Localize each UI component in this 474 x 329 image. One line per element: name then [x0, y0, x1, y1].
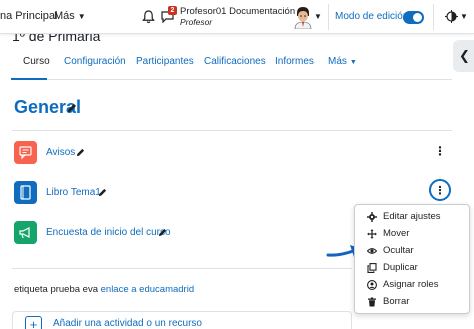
chevron-down-icon[interactable]: ▼ [460, 12, 468, 21]
navbar-divider [328, 4, 329, 30]
menu-item-label: Asignar roles [383, 279, 439, 290]
user-role: Profesor [180, 17, 213, 27]
move-arrows-icon [367, 229, 377, 239]
course-index-drawer-button[interactable]: ❮ [453, 40, 474, 72]
forum-glyph [19, 146, 32, 160]
label-activity-text: etiqueta prueba eva [14, 284, 98, 295]
label-activity: etiqueta prueba eva enlace a educamadrid [14, 284, 194, 295]
menu-item-move[interactable]: Mover [355, 226, 469, 243]
nav-more-menu[interactable]: Más ▼ [54, 10, 86, 22]
pencil-icon[interactable] [76, 148, 85, 157]
activity-divider [12, 268, 352, 269]
menu-item-label: Mover [383, 228, 410, 239]
nav-more-label: Más [54, 10, 75, 22]
chevron-left-icon: ❮ [459, 48, 470, 63]
activity-link[interactable]: Encuesta de inicio del curso [46, 227, 171, 238]
add-activity-button[interactable]: + Añadir una actividad o un recurso [12, 311, 352, 329]
user-icon [367, 280, 377, 290]
toggle-knob [413, 13, 422, 22]
menu-item-duplicate[interactable]: Duplicar [355, 260, 469, 277]
activity-action-menu: Editar ajustes Mover Ocultar Duplicar As… [354, 204, 470, 314]
tab-curso[interactable]: Curso [23, 56, 50, 67]
navbar-divider [433, 4, 434, 30]
course-secondary-nav: Curso Configuración Participantes Califi… [12, 50, 452, 80]
book-glyph [20, 185, 31, 200]
tab-informes[interactable]: Informes [275, 56, 314, 67]
menu-item-label: Borrar [383, 296, 410, 307]
plus-icon: + [25, 316, 42, 329]
user-menu-chevron-icon[interactable]: ▼ [314, 12, 322, 21]
eye-icon [367, 248, 377, 254]
chevron-down-icon: ▼ [349, 59, 357, 66]
chevron-down-icon: ▼ [77, 12, 86, 21]
book-icon [14, 181, 37, 204]
activity-link[interactable]: Libro Tema1 [46, 187, 101, 198]
add-activity-label: Añadir una actividad o un recurso [53, 318, 202, 329]
messages-count-badge: 2 [168, 6, 177, 15]
menu-item-delete[interactable]: Borrar [355, 294, 469, 311]
tab-configuracion[interactable]: Configuración [64, 56, 126, 67]
pencil-icon[interactable] [158, 228, 167, 237]
tab-mas[interactable]: Más ▼ [328, 56, 357, 67]
edit-mode-label: Modo de edición [335, 11, 409, 22]
pencil-icon[interactable] [98, 188, 107, 197]
bell-icon[interactable] [142, 10, 155, 24]
tab-mas-label: Más [328, 56, 347, 67]
feedback-icon [14, 221, 37, 244]
nav-home-link[interactable]: na Principal [0, 10, 57, 22]
top-navbar: na Principal Más ▼ 2 Profesor01 Documenta… [0, 0, 474, 34]
kebab-menu-button-active[interactable]: ⋮ [429, 179, 451, 201]
section-divider [12, 130, 452, 131]
edit-mode-toggle[interactable] [403, 11, 424, 24]
menu-item-label: Ocultar [383, 245, 414, 256]
gear-icon [367, 212, 377, 222]
menu-item-label: Editar ajustes [383, 211, 441, 222]
tab-calificaciones[interactable]: Calificaciones [204, 56, 266, 67]
kebab-menu-icon[interactable]: ⋮ [434, 145, 446, 157]
kebab-menu-icon: ⋮ [434, 185, 446, 197]
copy-icon [367, 263, 377, 273]
menu-item-label: Duplicar [383, 262, 418, 273]
pencil-icon[interactable] [67, 103, 77, 113]
megaphone-glyph [19, 227, 30, 239]
forum-icon [14, 141, 37, 164]
adjust-icon[interactable] [445, 10, 458, 23]
active-tab-indicator [11, 78, 47, 80]
trash-icon [368, 297, 376, 307]
label-activity-link[interactable]: enlace a educamadrid [101, 284, 194, 295]
user-name: Profesor01 Documentación [180, 6, 296, 17]
activity-link[interactable]: Avisos [46, 147, 75, 158]
menu-item-assign-roles[interactable]: Asignar roles [355, 277, 469, 294]
tab-participantes[interactable]: Participantes [136, 56, 194, 67]
menu-item-edit-settings[interactable]: Editar ajustes [355, 209, 469, 226]
menu-item-hide[interactable]: Ocultar [355, 243, 469, 260]
avatar[interactable] [292, 5, 314, 29]
